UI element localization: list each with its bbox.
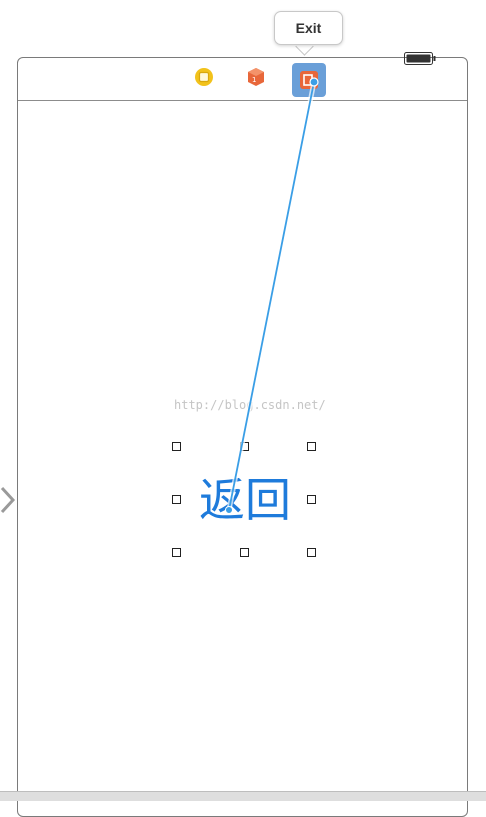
exit-dock-item[interactable] [292, 63, 326, 97]
selection-handle[interactable] [172, 548, 181, 557]
return-button[interactable]: 返回 [193, 468, 297, 532]
selection-handle[interactable] [240, 442, 249, 451]
exit-tooltip: Exit [274, 11, 343, 45]
svg-text:1: 1 [252, 76, 256, 84]
exit-icon [300, 71, 318, 89]
scene-dock: 1 [18, 58, 467, 101]
selection-handle[interactable] [307, 495, 316, 504]
selection-handle[interactable] [307, 442, 316, 451]
storyboard-entry-arrow-icon [0, 486, 16, 514]
watermark-text: http://blog.csdn.net/ [174, 398, 326, 412]
view-controller-icon[interactable] [194, 67, 214, 87]
view-controller-scene[interactable]: 1 [17, 57, 468, 817]
selection-handle[interactable] [172, 442, 181, 451]
first-responder-icon[interactable]: 1 [246, 67, 266, 87]
selection-handle[interactable] [240, 548, 249, 557]
battery-icon [404, 52, 436, 65]
selection-handle[interactable] [307, 548, 316, 557]
selection-handle[interactable] [172, 495, 181, 504]
